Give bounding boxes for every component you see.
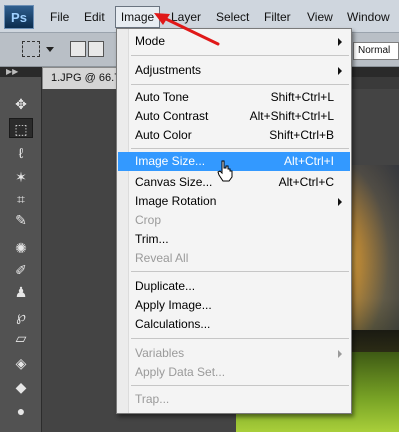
move-icon[interactable]: ✥ [9, 94, 33, 114]
menu-item-apply-data-set: Apply Data Set... [118, 363, 350, 382]
blur-icon[interactable]: ◆ [9, 377, 33, 397]
menu-item-shortcut: Alt+Ctrl+I [283, 154, 334, 168]
brush-icon[interactable]: ✐ [9, 260, 33, 280]
menu-separator [131, 148, 349, 149]
menu-item-canvas-size[interactable]: Canvas Size... Alt+Ctrl+C [118, 173, 350, 192]
paint-bucket-icon[interactable]: ◈ [9, 353, 33, 373]
menu-item-label: Duplicate... [135, 279, 196, 293]
menu-item-label: Auto Color [135, 128, 192, 142]
menu-item-duplicate[interactable]: Duplicate... [118, 277, 350, 296]
menu-item-apply-image[interactable]: Apply Image... [118, 296, 350, 315]
menu-item-auto-color[interactable]: Auto Color Shift+Ctrl+B [118, 126, 350, 145]
menu-item-label: Trim... [135, 232, 169, 246]
menu-file[interactable]: File [50, 9, 69, 26]
crop-icon[interactable]: ⌗ [9, 189, 33, 209]
menu-item-calculations[interactable]: Calculations... [118, 315, 350, 334]
menu-separator [131, 271, 349, 272]
dodge-icon[interactable]: ● [9, 401, 33, 421]
submenu-arrow-icon [338, 38, 342, 46]
history-brush-icon[interactable]: ℘ [9, 306, 33, 326]
menu-item-image-size[interactable]: Image Size... Alt+Ctrl+I [118, 152, 350, 171]
menu-item-shortcut: Shift+Ctrl+B [269, 128, 334, 142]
menu-edit[interactable]: Edit [84, 9, 105, 26]
menu-separator [131, 84, 349, 85]
menu-item-label: Apply Image... [135, 298, 212, 312]
menu-separator [131, 55, 349, 56]
red-arrow-annotation [154, 13, 220, 46]
magic-wand-icon[interactable]: ✶ [9, 167, 33, 187]
collapse-panel-icon[interactable]: ▶▶ [6, 67, 18, 77]
document-tab[interactable]: 1.JPG @ 66.7 [42, 67, 119, 89]
photoshop-logo: Ps [4, 5, 34, 29]
menu-item-label: Auto Tone [135, 90, 189, 104]
submenu-arrow-icon [338, 67, 342, 75]
menu-item-auto-contrast[interactable]: Auto Contrast Alt+Shift+Ctrl+L [118, 107, 350, 126]
lasso-icon[interactable]: ℓ [9, 143, 33, 163]
eraser-icon[interactable]: ▱ [9, 328, 33, 348]
new-selection-button[interactable] [70, 41, 86, 57]
menu-item-crop: Crop [118, 211, 350, 230]
menu-item-label: Image Size... [135, 154, 206, 168]
menu-item-shortcut: Shift+Ctrl+L [270, 90, 334, 104]
menu-item-label: Apply Data Set... [135, 365, 226, 379]
menu-window[interactable]: Window [347, 9, 390, 26]
add-to-selection-button[interactable] [88, 41, 104, 57]
menu-item-label: Calculations... [135, 317, 211, 331]
menu-item-shortcut: Alt+Shift+Ctrl+L [249, 109, 334, 123]
menu-item-image-rotation[interactable]: Image Rotation [118, 192, 350, 211]
menu-item-label: Adjustments [135, 63, 202, 77]
menu-item-label: Reveal All [135, 251, 189, 265]
submenu-arrow-icon [338, 350, 342, 358]
menu-item-trim[interactable]: Trim... [118, 230, 350, 249]
chevron-down-icon[interactable] [46, 47, 54, 52]
menu-view[interactable]: View [307, 9, 333, 26]
healing-brush-icon[interactable]: ✺ [9, 238, 33, 258]
menu-separator [131, 385, 349, 386]
menu-item-variables: Variables [118, 344, 350, 363]
tools-panel: ✥ ⬚ ℓ ✶ ⌗ ✎ ✺ ✐ ♟ ℘ ▱ ◈ ◆ ● [0, 77, 42, 432]
eyedropper-icon[interactable]: ✎ [9, 210, 33, 230]
menu-item-adjustments[interactable]: Adjustments [118, 61, 350, 80]
menu-item-shortcut: Alt+Ctrl+C [278, 175, 334, 189]
menu-item-trap: Trap... [118, 390, 350, 409]
clone-stamp-icon[interactable]: ♟ [9, 282, 33, 302]
menu-item-label: Auto Contrast [135, 109, 209, 123]
submenu-arrow-icon [338, 198, 342, 206]
menu-item-auto-tone[interactable]: Auto Tone Shift+Ctrl+L [118, 88, 350, 107]
menu-filter[interactable]: Filter [264, 9, 291, 26]
menu-item-reveal-all: Reveal All [118, 249, 350, 268]
menu-select[interactable]: Select [216, 9, 249, 26]
menu-item-label: Crop [135, 213, 162, 227]
mouse-cursor-icon [217, 160, 233, 182]
style-select[interactable]: Normal [353, 42, 399, 60]
menu-item-label: Image Rotation [135, 194, 217, 208]
marquee-icon[interactable]: ⬚ [9, 118, 33, 138]
menu-item-label: Trap... [135, 392, 170, 406]
menu-separator [131, 338, 349, 339]
menu-item-label: Canvas Size... [135, 175, 213, 189]
image-dropdown-menu: Mode Adjustments Auto Tone Shift+Ctrl+L … [116, 28, 352, 414]
menu-item-label: Variables [135, 346, 185, 360]
marquee-tool-preset-icon[interactable] [22, 41, 40, 57]
